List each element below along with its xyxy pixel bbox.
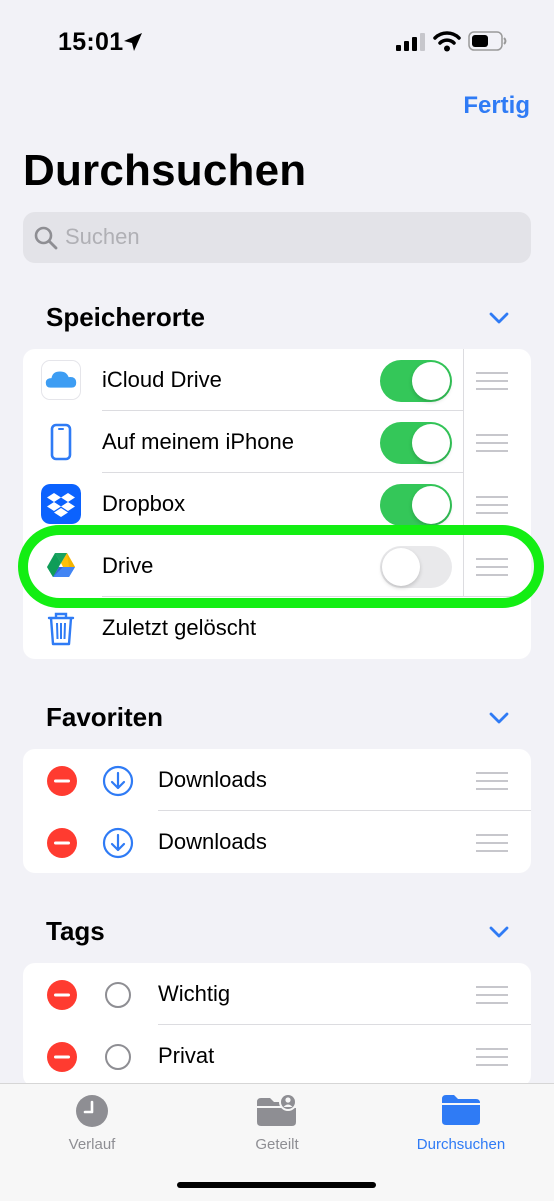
reorder-handle-icon[interactable] xyxy=(476,372,508,390)
cellular-signal-icon xyxy=(396,33,425,51)
done-button[interactable]: Fertig xyxy=(463,92,530,120)
tag-color-icon xyxy=(105,982,131,1008)
page-title: Durchsuchen xyxy=(23,146,307,195)
download-icon xyxy=(102,827,134,859)
remove-icon[interactable] xyxy=(47,980,77,1010)
tag-color-icon xyxy=(105,1044,131,1070)
favorite-row[interactable]: Downloads xyxy=(23,811,531,873)
location-row-icloud-drive[interactable]: iCloud Drive xyxy=(23,349,531,411)
reorder-handle-icon[interactable] xyxy=(476,986,508,1004)
remove-icon[interactable] xyxy=(47,766,77,796)
tag-row[interactable]: Privat xyxy=(23,1025,531,1087)
dropbox-toggle[interactable] xyxy=(380,484,452,526)
search-field[interactable] xyxy=(23,212,531,263)
wifi-icon xyxy=(433,31,461,52)
google-drive-icon xyxy=(47,553,75,577)
drive-toggle[interactable] xyxy=(380,546,452,588)
tags-card: Wichtig Privat xyxy=(23,963,531,1087)
chevron-down-icon[interactable] xyxy=(487,710,511,726)
reorder-handle-icon[interactable] xyxy=(476,1048,508,1066)
shared-folder-icon xyxy=(257,1094,297,1126)
battery-icon xyxy=(468,31,507,51)
reorder-handle-icon[interactable] xyxy=(476,496,508,514)
clock-icon xyxy=(76,1095,108,1127)
status-time: 15:01 xyxy=(58,28,124,56)
tab-label: Verlauf xyxy=(68,1136,116,1153)
folder-icon xyxy=(442,1095,480,1125)
home-indicator xyxy=(177,1182,376,1188)
location-label: Zuletzt gelöscht xyxy=(102,615,257,640)
favorite-label: Downloads xyxy=(158,767,267,792)
icloud-drive-toggle[interactable] xyxy=(380,360,452,402)
icloud-icon xyxy=(41,360,81,400)
tab-browse[interactable]: Durchsuchen xyxy=(391,1084,531,1164)
favorites-card: Downloads Downloads xyxy=(23,749,531,873)
favorites-header: Favoriten xyxy=(46,702,164,732)
tab-label: Geteilt xyxy=(255,1136,299,1153)
status-bar: 15:01 xyxy=(0,0,554,80)
remove-icon[interactable] xyxy=(47,1042,77,1072)
reorder-handle-icon[interactable] xyxy=(476,434,508,452)
tags-header: Tags xyxy=(46,916,105,946)
location-row-recently-deleted[interactable]: Zuletzt gelöscht xyxy=(23,597,531,659)
on-my-iphone-toggle[interactable] xyxy=(380,422,452,464)
location-arrow-icon xyxy=(124,33,142,51)
search-icon xyxy=(34,226,58,250)
tab-shared[interactable]: Geteilt xyxy=(207,1084,347,1164)
reorder-handle-icon[interactable] xyxy=(476,772,508,790)
location-row-on-my-iphone[interactable]: Auf meinem iPhone xyxy=(23,411,531,473)
locations-card: iCloud Drive Auf meinem iPhone Dropbox D… xyxy=(23,349,531,659)
location-label: iCloud Drive xyxy=(102,367,222,392)
reorder-handle-icon[interactable] xyxy=(476,834,508,852)
iphone-icon xyxy=(50,423,72,461)
chevron-down-icon[interactable] xyxy=(487,310,511,326)
reorder-handle-icon[interactable] xyxy=(476,558,508,576)
remove-icon[interactable] xyxy=(47,828,77,858)
trash-icon xyxy=(47,612,75,646)
locations-header: Speicherorte xyxy=(46,302,205,332)
tab-recents[interactable]: Verlauf xyxy=(22,1084,162,1164)
dropbox-icon xyxy=(41,484,81,524)
search-input[interactable] xyxy=(65,222,505,252)
favorite-label: Downloads xyxy=(158,829,267,854)
tab-label: Durchsuchen xyxy=(416,1136,506,1153)
tag-row[interactable]: Wichtig xyxy=(23,963,531,1025)
location-label: Drive xyxy=(102,553,154,578)
location-label: Auf meinem iPhone xyxy=(102,429,294,454)
favorite-row[interactable]: Downloads xyxy=(23,749,531,811)
tag-label: Wichtig xyxy=(158,981,231,1006)
chevron-down-icon[interactable] xyxy=(487,924,511,940)
download-icon xyxy=(102,765,134,797)
location-row-dropbox[interactable]: Dropbox xyxy=(23,473,531,535)
tag-label: Privat xyxy=(158,1043,215,1068)
location-row-drive[interactable]: Drive xyxy=(23,535,531,597)
location-label: Dropbox xyxy=(102,491,186,516)
